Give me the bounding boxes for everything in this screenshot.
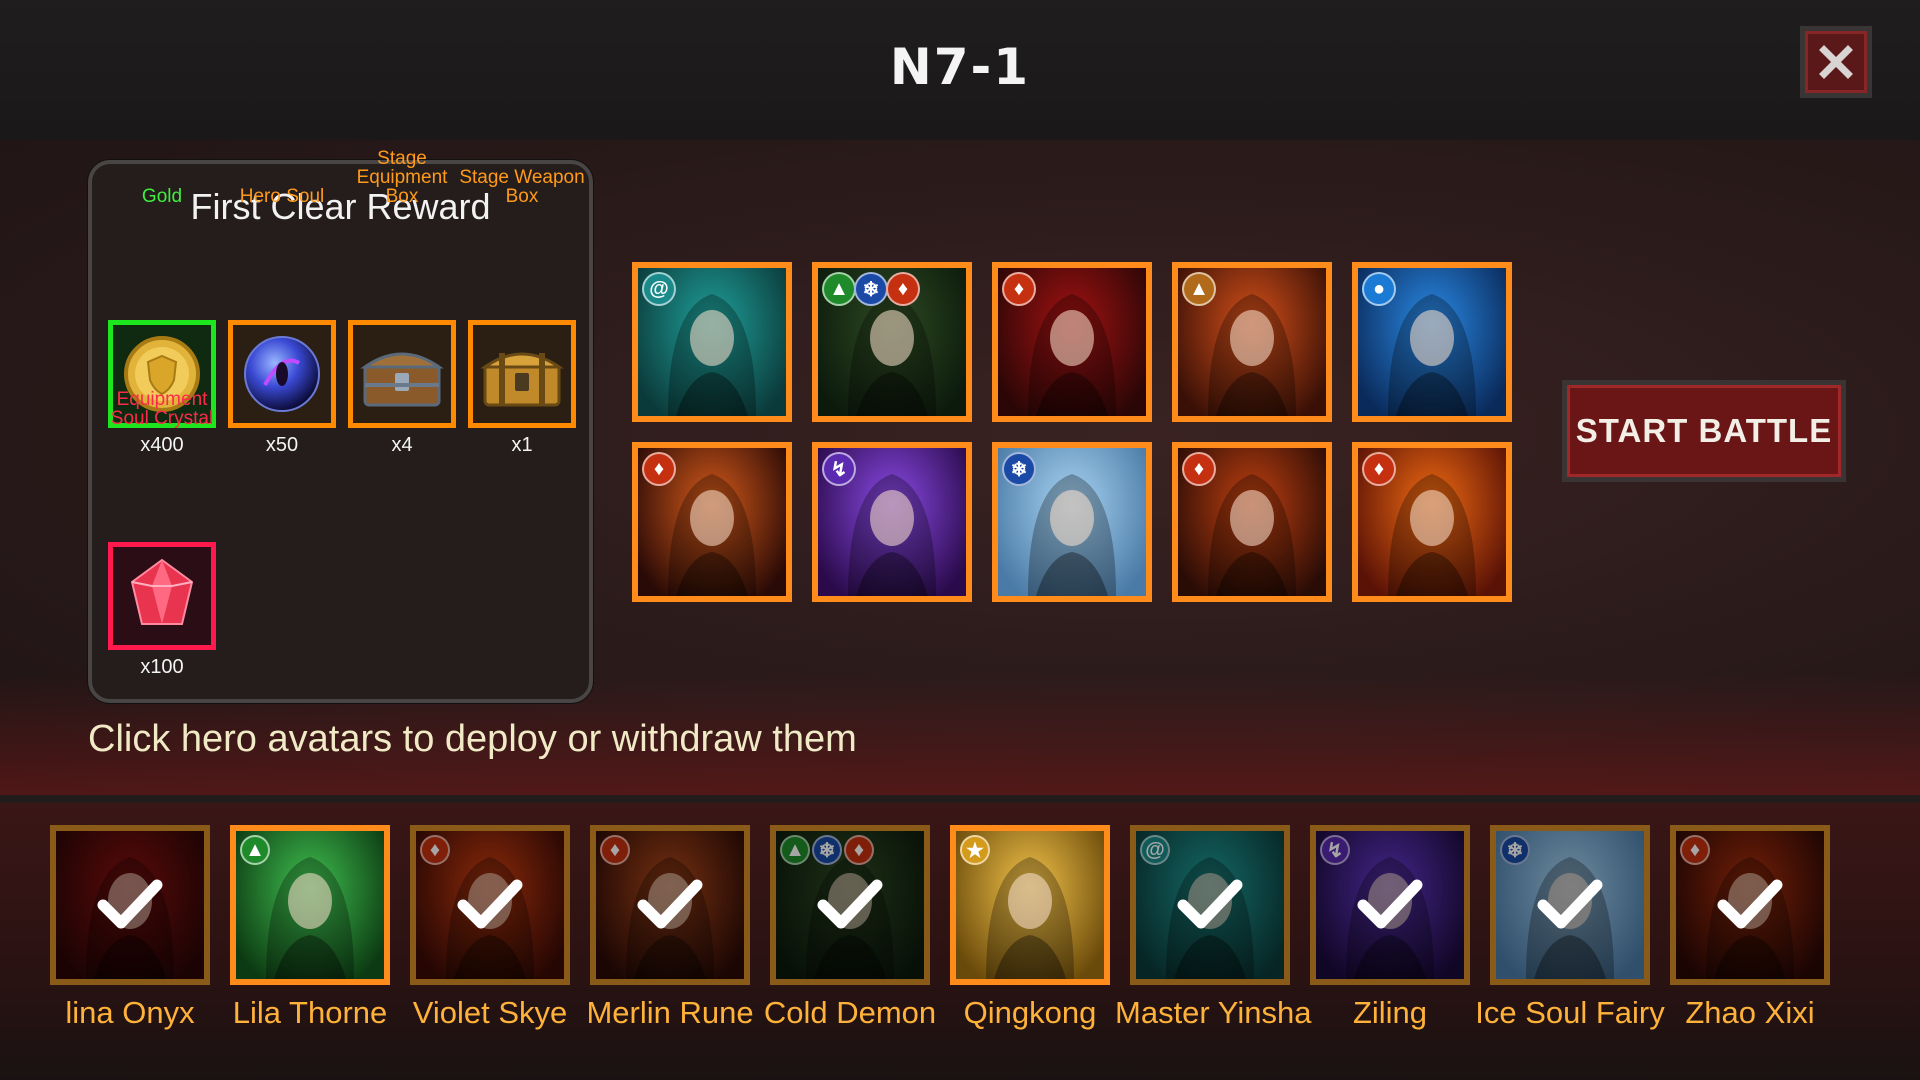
roster-hero-card[interactable]: ▲ bbox=[230, 825, 390, 985]
roster-hero-card[interactable]: ▲ ❄ ♦ bbox=[770, 825, 930, 985]
earth-element-icon: ▲ bbox=[1182, 272, 1216, 306]
roster-hero-name: Ziling bbox=[1352, 995, 1428, 1030]
hero-roster-strip[interactable]: lina Onyx ▲ Lila Thorne ♦ Violet Skye ♦ Mer… bbox=[0, 803, 1920, 1080]
roster-hero-name: lina Onyx bbox=[65, 995, 195, 1030]
wind-element-icon: @ bbox=[642, 272, 676, 306]
checkmark-icon bbox=[596, 831, 744, 979]
reward-qty: x1 bbox=[511, 434, 533, 456]
reward-slot[interactable] bbox=[348, 320, 456, 428]
reward-label: Hero Soul bbox=[239, 186, 325, 207]
deployed-hero-card[interactable]: @ bbox=[632, 262, 792, 422]
reward-qty: x50 bbox=[265, 434, 299, 456]
hero-roster-bar: lina Onyx ▲ Lila Thorne ♦ Violet Skye ♦ Mer… bbox=[0, 795, 1920, 1080]
roster-hero-card[interactable]: ♦ bbox=[590, 825, 750, 985]
wood-element-icon: ▲ bbox=[240, 835, 270, 865]
soul-crystal-icon bbox=[130, 558, 194, 625]
ice-element-icon: ❄ bbox=[854, 272, 888, 306]
checkmark-icon bbox=[416, 831, 564, 979]
checkmark-icon bbox=[1316, 831, 1464, 979]
start-battle-label: START BATTLE bbox=[1575, 412, 1833, 449]
ice-element-icon: ❄ bbox=[1002, 452, 1036, 486]
water-element-icon: ● bbox=[1362, 272, 1396, 306]
roster-hero-name: Master Yinsha bbox=[1115, 995, 1312, 1030]
roster-hero-name: Qingkong bbox=[963, 995, 1097, 1030]
checkmark-icon bbox=[1136, 831, 1284, 979]
deployed-hero-card[interactable]: ● bbox=[1352, 262, 1512, 422]
reward-label: Gold bbox=[141, 186, 183, 207]
checkmark-icon bbox=[776, 831, 924, 979]
first-clear-reward-panel: First Clear Reward Gold x400 Hero Soul x… bbox=[88, 149, 593, 703]
roster-hero-name: Zhao Xixi bbox=[1685, 995, 1815, 1030]
reward-label: Equipment Soul Crystal bbox=[110, 389, 214, 429]
roster-hero-name: Merlin Rune bbox=[586, 995, 754, 1030]
reward-slot[interactable] bbox=[108, 542, 216, 650]
deployed-hero-card[interactable]: ♦ bbox=[632, 442, 792, 602]
hero-soul-orb-icon bbox=[244, 336, 320, 412]
light-element-icon: ★ bbox=[960, 835, 990, 865]
checkmark-icon bbox=[1496, 831, 1644, 979]
reward-slot[interactable] bbox=[468, 320, 576, 428]
roster-hero-name: Lila Thorne bbox=[232, 995, 388, 1030]
roster-hero-card[interactable]: ↯ bbox=[1310, 825, 1470, 985]
equipment-chest-icon bbox=[360, 352, 444, 407]
wood-element-icon: ▲ bbox=[822, 272, 856, 306]
reward-qty: x400 bbox=[140, 434, 184, 456]
start-battle-button[interactable]: START BATTLE bbox=[1562, 380, 1846, 482]
fire-element-icon: ♦ bbox=[1002, 272, 1036, 306]
deployed-hero-card[interactable]: ▲ ❄ ♦ bbox=[812, 262, 972, 422]
deployed-hero-card[interactable]: ♦ bbox=[1352, 442, 1512, 602]
reward-qty: x4 bbox=[391, 434, 413, 456]
roster-hero-name: Cold Demon bbox=[763, 995, 937, 1030]
roster-hero-card[interactable] bbox=[50, 825, 210, 985]
deployed-hero-card[interactable]: ❄ bbox=[992, 442, 1152, 602]
reward-qty: x100 bbox=[140, 656, 184, 678]
reward-label: Stage Weapon Box bbox=[459, 167, 585, 207]
reward-slot[interactable] bbox=[228, 320, 336, 428]
deployed-hero-card[interactable]: ♦ bbox=[1172, 442, 1332, 602]
roster-hero-card[interactable]: ♦ bbox=[410, 825, 570, 985]
fire-element-icon: ♦ bbox=[1182, 452, 1216, 486]
roster-hero-card[interactable]: @ bbox=[1130, 825, 1290, 985]
deployed-hero-card[interactable]: ↯ bbox=[812, 442, 972, 602]
weapon-chest-icon bbox=[480, 352, 564, 407]
close-button[interactable] bbox=[1800, 26, 1872, 98]
roster-hero-name: Ice Soul Fairy bbox=[1475, 995, 1665, 1030]
roster-hero-card[interactable]: ★ bbox=[950, 825, 1110, 985]
fire-element-icon: ♦ bbox=[1362, 452, 1396, 486]
deployed-hero-card[interactable]: ▲ bbox=[1172, 262, 1332, 422]
deploy-hint: Click hero avatars to deploy or withdraw… bbox=[88, 718, 857, 760]
close-icon bbox=[1819, 45, 1853, 79]
deployed-hero-card[interactable]: ♦ bbox=[992, 262, 1152, 422]
stage-title: N7-1 bbox=[889, 38, 1031, 96]
fire-element-icon: ♦ bbox=[642, 452, 676, 486]
reward-label: Stage Equipment Box bbox=[356, 148, 448, 207]
fire-element-icon: ♦ bbox=[886, 272, 920, 306]
checkmark-icon bbox=[1676, 831, 1824, 979]
checkmark-icon bbox=[56, 831, 204, 979]
roster-hero-card[interactable]: ♦ bbox=[1670, 825, 1830, 985]
roster-hero-card[interactable]: ❄ bbox=[1490, 825, 1650, 985]
lightning-element-icon: ↯ bbox=[822, 452, 856, 486]
roster-hero-name: Violet Skye bbox=[412, 995, 568, 1030]
